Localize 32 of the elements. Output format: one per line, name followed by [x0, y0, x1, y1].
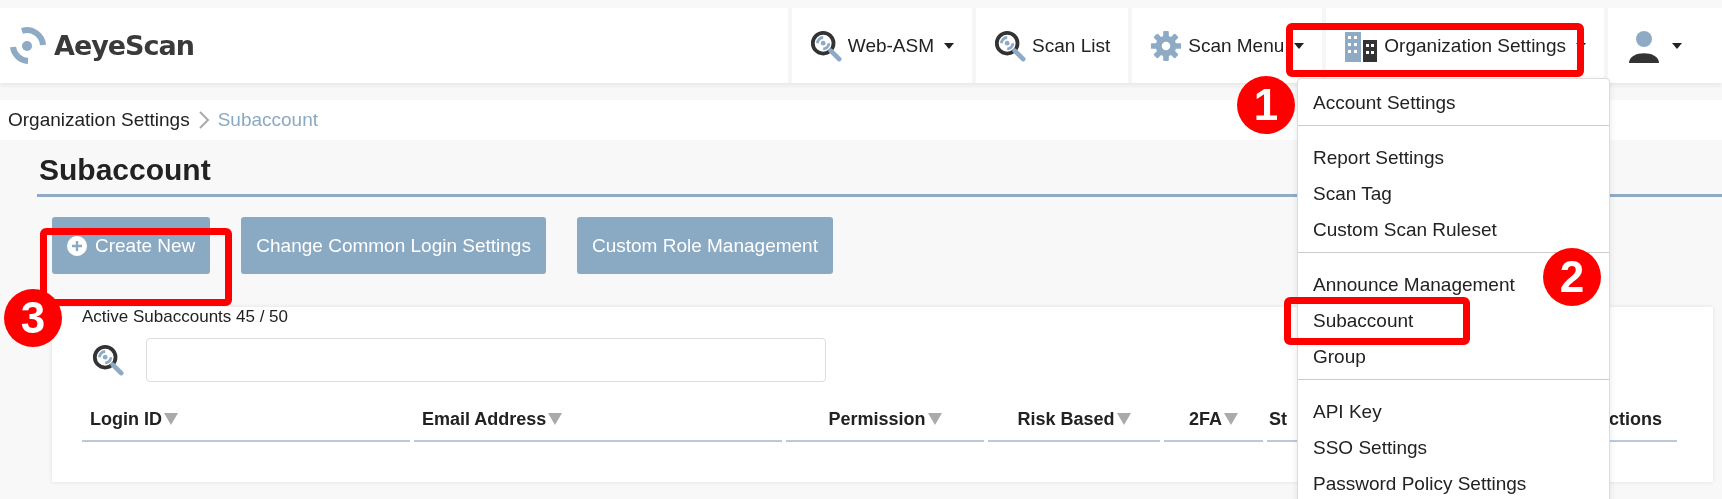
- menu-item[interactable]: SSO Settings: [1313, 436, 1428, 460]
- search-field[interactable]: [146, 338, 826, 382]
- menu-item[interactable]: Report Settings: [1313, 146, 1444, 170]
- breadcrumb-current: Subaccount: [217, 109, 319, 131]
- nav-menu-item[interactable]: Scan Menu: [1128, 8, 1323, 83]
- menu-item[interactable]: Group: [1313, 345, 1366, 369]
- column-header[interactable]: Email Address: [414, 398, 782, 442]
- nav-menu-item[interactable]: [1604, 8, 1700, 83]
- search-icon: [994, 29, 1027, 62]
- menu-item[interactable]: Subaccount: [1313, 309, 1414, 333]
- search-icon: [809, 29, 842, 62]
- menu-item[interactable]: Custom Scan Ruleset: [1313, 218, 1497, 242]
- gear-icon: [1150, 29, 1183, 62]
- chevron-icon: [197, 110, 210, 130]
- subaccount-count: Active Subaccounts 45 / 50: [82, 307, 289, 327]
- logo-text: AeyeScan: [54, 30, 194, 61]
- column-header[interactable]: 2FA: [1164, 398, 1263, 442]
- column-header[interactable]: Permission: [786, 398, 984, 442]
- step-number-badge: 2: [1543, 248, 1601, 306]
- column-header[interactable]: Risk Based: [988, 398, 1160, 442]
- menu-item[interactable]: Account Settings: [1313, 91, 1456, 115]
- nav-menu-item[interactable]: Web-ASM: [787, 8, 973, 83]
- breadcrumb-link[interactable]: Organization Settings: [8, 109, 190, 131]
- nav-menu-item[interactable]: Scan List: [972, 8, 1129, 83]
- search-icon: [92, 344, 124, 376]
- logo-icon: [8, 25, 48, 66]
- step-number-badge: 3: [4, 289, 62, 347]
- menu-item[interactable]: Password Policy Settings: [1313, 472, 1527, 496]
- menu-item[interactable]: Announce Management: [1313, 273, 1515, 297]
- plus-circle-icon: [67, 235, 87, 256]
- column-header[interactable]: Login ID: [82, 398, 410, 442]
- menu-item[interactable]: API Key: [1313, 400, 1382, 424]
